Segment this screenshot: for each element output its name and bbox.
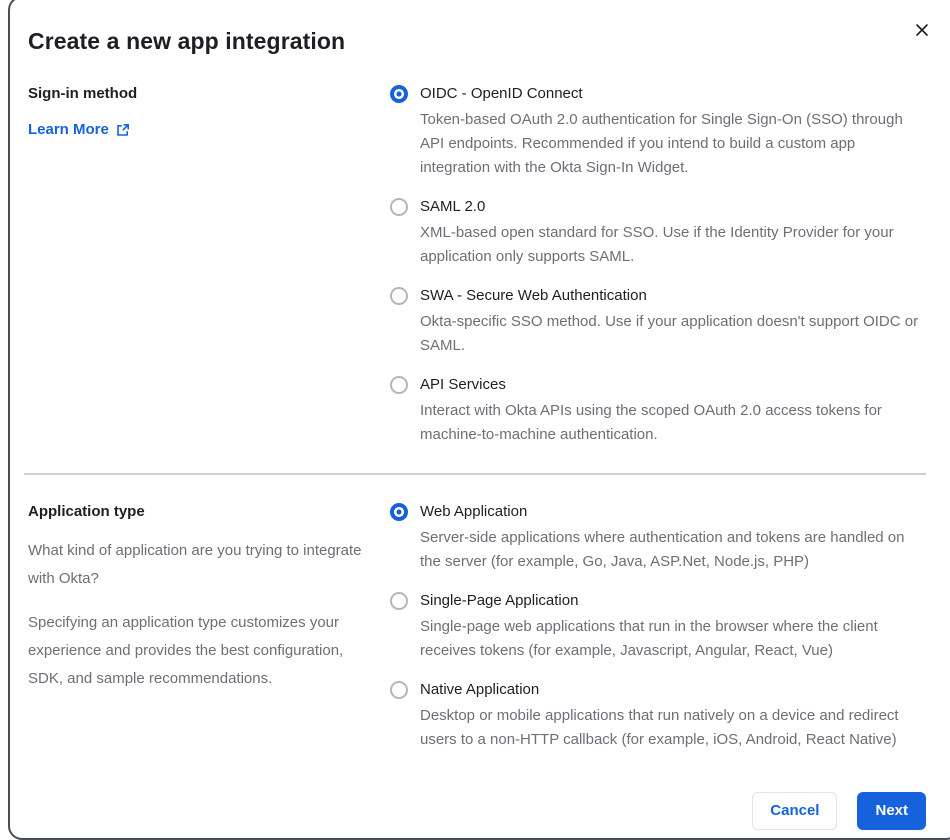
radio-option-label: OIDC - OpenID Connect: [420, 85, 583, 102]
create-app-integration-modal: Create a new app integration Sign-in met…: [8, 0, 950, 840]
external-link-icon: [116, 123, 130, 137]
signin-method-section: Sign-in method Learn More OIDC - OpenID …: [28, 85, 926, 447]
radio-option-description: Server-side applications where authentic…: [420, 529, 905, 570]
radio-option-oidc[interactable]: OIDC - OpenID Connect Token-based OAuth …: [390, 85, 926, 180]
radio-icon[interactable]: [390, 503, 408, 521]
radio-option-swa[interactable]: SWA - Secure Web Authentication Okta-spe…: [390, 287, 926, 358]
application-type-helper-1: What kind of application are you trying …: [28, 542, 362, 587]
radio-option-label: API Services: [420, 376, 506, 393]
radio-option-label: Single-Page Application: [420, 592, 579, 609]
radio-option-description: Okta-specific SSO method. Use if your ap…: [420, 313, 919, 354]
signin-method-options: OIDC - OpenID Connect Token-based OAuth …: [390, 85, 926, 447]
learn-more-link[interactable]: Learn More: [28, 121, 130, 138]
page-title: Create a new app integration: [28, 28, 346, 54]
application-type-label: Application type: [28, 503, 145, 520]
radio-option-single-page-application[interactable]: Single-Page Application Single-page web …: [390, 592, 926, 663]
radio-option-label: SWA - Secure Web Authentication: [420, 287, 647, 304]
radio-option-label: SAML 2.0: [420, 198, 486, 215]
radio-icon[interactable]: [390, 287, 408, 305]
learn-more-label: Learn More: [28, 121, 109, 138]
radio-icon[interactable]: [390, 592, 408, 610]
radio-option-api-services[interactable]: API Services Interact with Okta APIs usi…: [390, 376, 926, 447]
radio-option-description: Desktop or mobile applications that run …: [420, 707, 899, 748]
radio-option-description: Single-page web applications that run in…: [420, 618, 878, 659]
radio-option-saml[interactable]: SAML 2.0 XML-based open standard for SSO…: [390, 198, 926, 269]
radio-option-label: Native Application: [420, 681, 540, 698]
radio-icon[interactable]: [390, 85, 408, 103]
radio-option-description: XML-based open standard for SSO. Use if …: [420, 224, 894, 265]
signin-method-label: Sign-in method: [28, 85, 138, 102]
radio-icon[interactable]: [390, 681, 408, 699]
section-divider: [24, 473, 926, 475]
radio-icon[interactable]: [390, 376, 408, 394]
modal-footer: Cancel Next: [28, 792, 926, 830]
application-type-options: Web Application Server-side applications…: [390, 503, 926, 752]
application-type-helper-2: Specifying an application type customize…: [28, 614, 344, 687]
radio-option-web-application[interactable]: Web Application Server-side applications…: [390, 503, 926, 574]
cancel-button[interactable]: Cancel: [752, 792, 838, 830]
radio-option-native-application[interactable]: Native Application Desktop or mobile app…: [390, 681, 926, 752]
radio-option-description: Interact with Okta APIs using the scoped…: [420, 402, 882, 443]
radio-icon[interactable]: [390, 198, 408, 216]
application-type-section: Application type What kind of applicatio…: [28, 503, 926, 752]
radio-option-label: Web Application: [420, 503, 528, 520]
next-button[interactable]: Next: [857, 792, 926, 830]
radio-option-description: Token-based OAuth 2.0 authentication for…: [420, 111, 903, 176]
